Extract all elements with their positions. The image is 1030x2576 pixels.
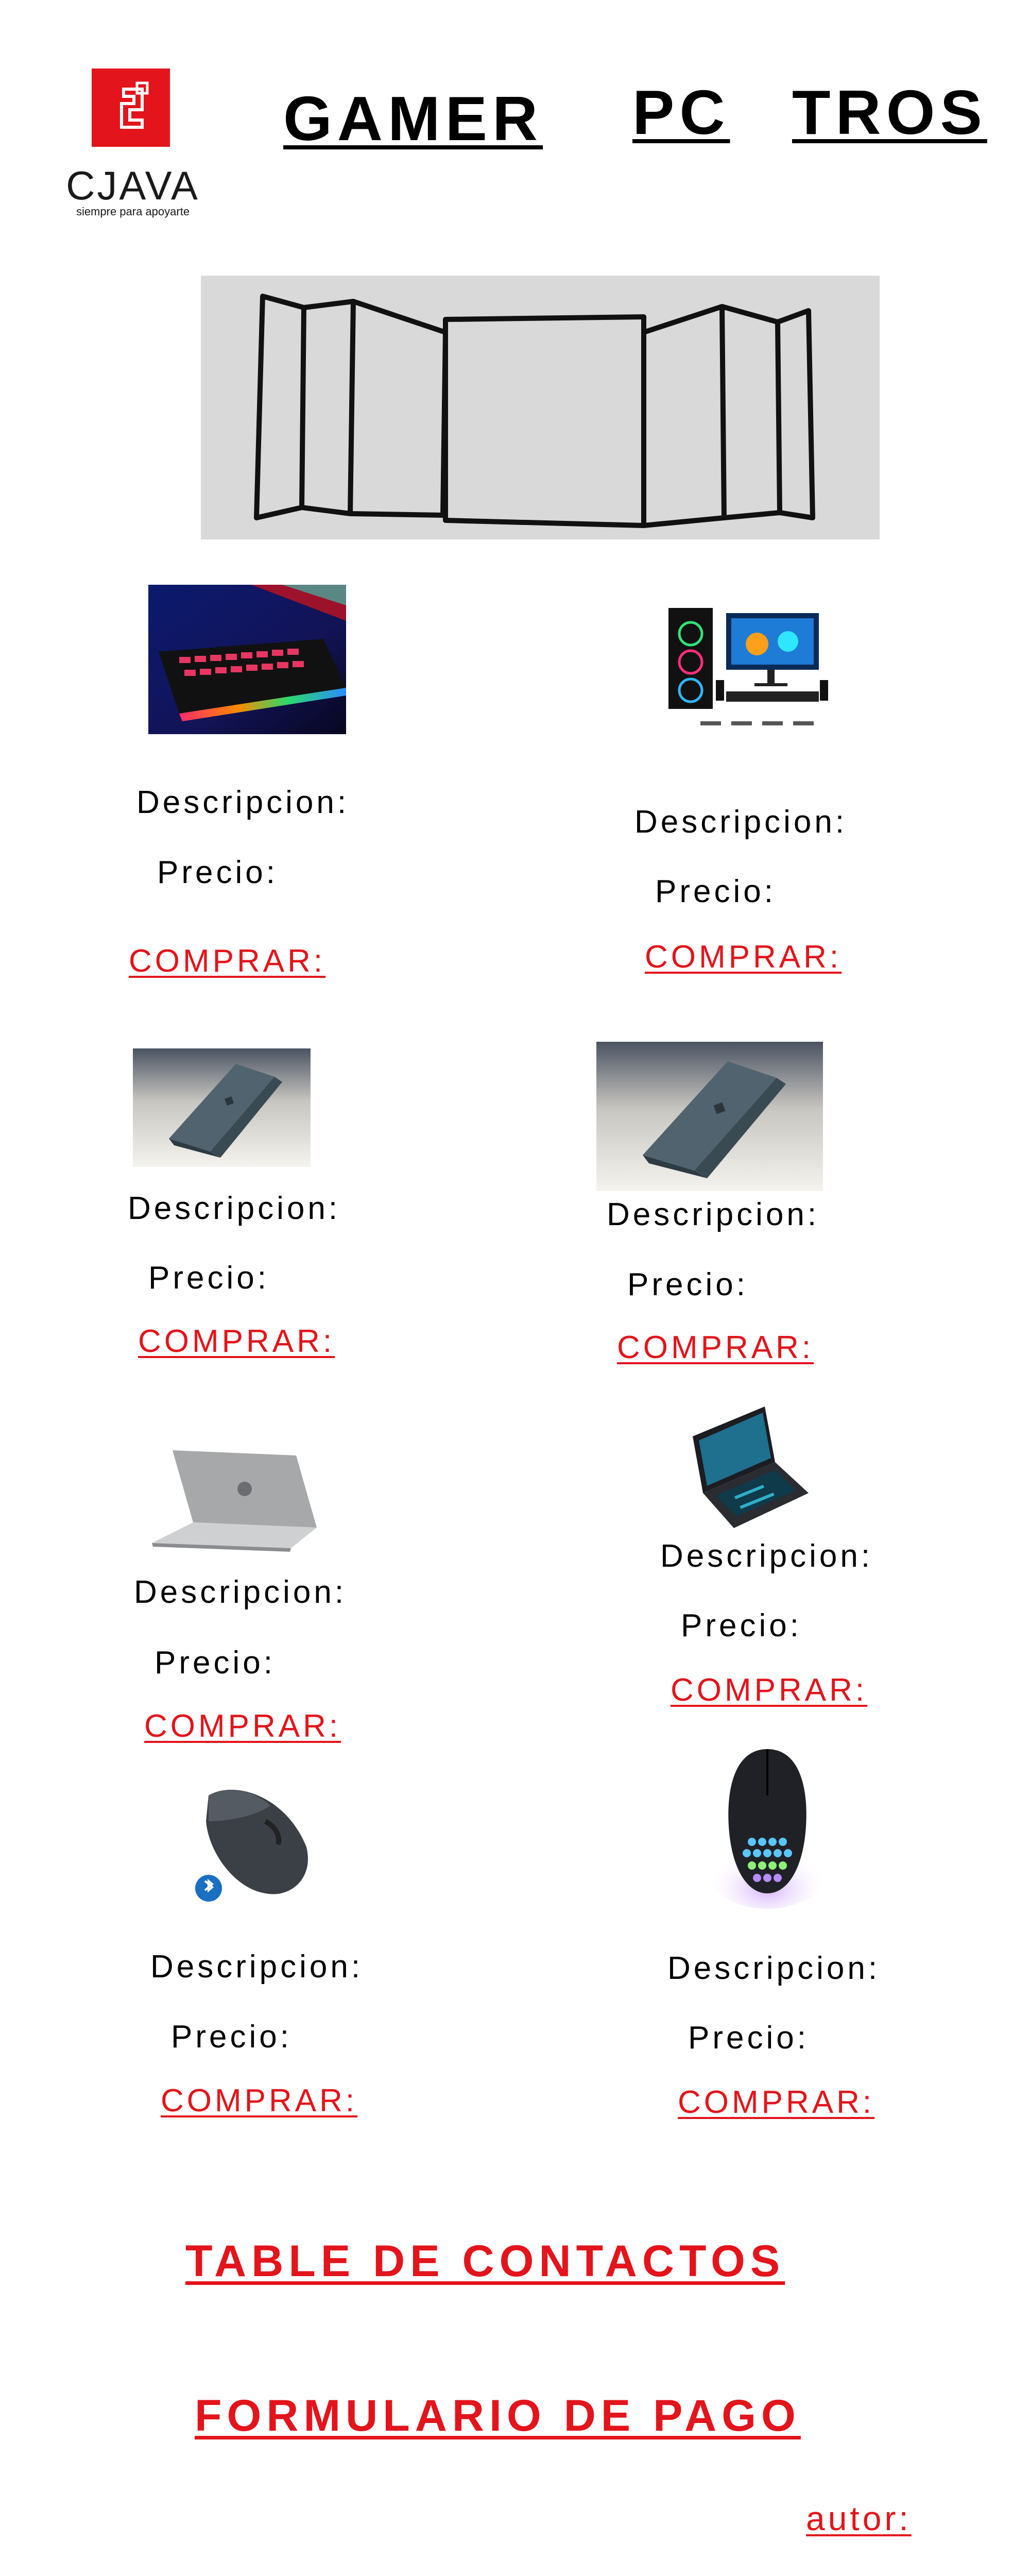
nav-pc-link[interactable]: PC [632,76,730,148]
product-6-price-label: Precio: [681,1608,802,1643]
author-link[interactable]: autor: [806,2499,912,2538]
product-4-price-label: Precio: [627,1267,748,1302]
nav-gamer-link[interactable]: GAMER [283,82,543,155]
product-image-gaming-laptop [672,1400,811,1534]
product-6-description-label: Descripcion: [660,1538,873,1574]
carousel-frames-icon [254,294,815,528]
product-1-price-label: Precio: [157,855,278,890]
product-5-price-label: Precio: [154,1645,276,1681]
product-8-description-label: Descripcion: [667,1951,881,1986]
product-3-price-label: Precio: [148,1260,269,1296]
banner-carousel[interactable] [201,276,880,539]
product-5-description-label: Descripcion: [134,1574,347,1610]
product-image-keyboard [148,585,346,734]
product-image-laptop [133,1048,311,1167]
nav-tros-link[interactable]: TROS [792,76,987,148]
brand-tagline: siempre para apoyarte [76,205,190,218]
product-4-description-label: Descripcion: [607,1197,820,1232]
product-8-buy-link[interactable]: COMPRAR: [678,2084,874,2121]
product-image-silver-laptop [142,1445,317,1553]
product-2-description-label: Descripcion: [634,804,848,840]
product-3-buy-link[interactable]: COMPRAR: [138,1323,335,1360]
product-7-description-label: Descripcion: [150,1949,364,1985]
product-image-laptop [596,1042,823,1191]
product-2-buy-link[interactable]: COMPRAR: [645,939,842,975]
product-image-gaming-mouse [706,1739,829,1914]
product-7-buy-link[interactable]: COMPRAR: [161,2082,357,2119]
product-6-buy-link[interactable]: COMPRAR: [671,1672,867,1708]
product-image-pc-bundle [659,598,834,747]
product-7-price-label: Precio: [171,2019,292,2055]
product-8-price-label: Precio: [688,2020,809,2056]
product-1-description-label: Descripcion: [136,785,350,820]
product-2-price-label: Precio: [655,874,776,909]
contacts-table-link[interactable]: TABLE DE CONTACTOS [185,2236,785,2287]
product-3-description-label: Descripcion: [128,1191,341,1226]
brand-name: CJAVA [66,163,200,208]
product-image-bluetooth-mouse [188,1775,322,1909]
product-1-buy-link[interactable]: COMPRAR: [129,943,325,979]
product-5-buy-link[interactable]: COMPRAR: [144,1708,341,1744]
payment-form-link[interactable]: FORMULARIO DE PAGO [195,2391,801,2442]
product-4-buy-link[interactable]: COMPRAR: [617,1329,814,1366]
logo-icon [92,69,170,147]
